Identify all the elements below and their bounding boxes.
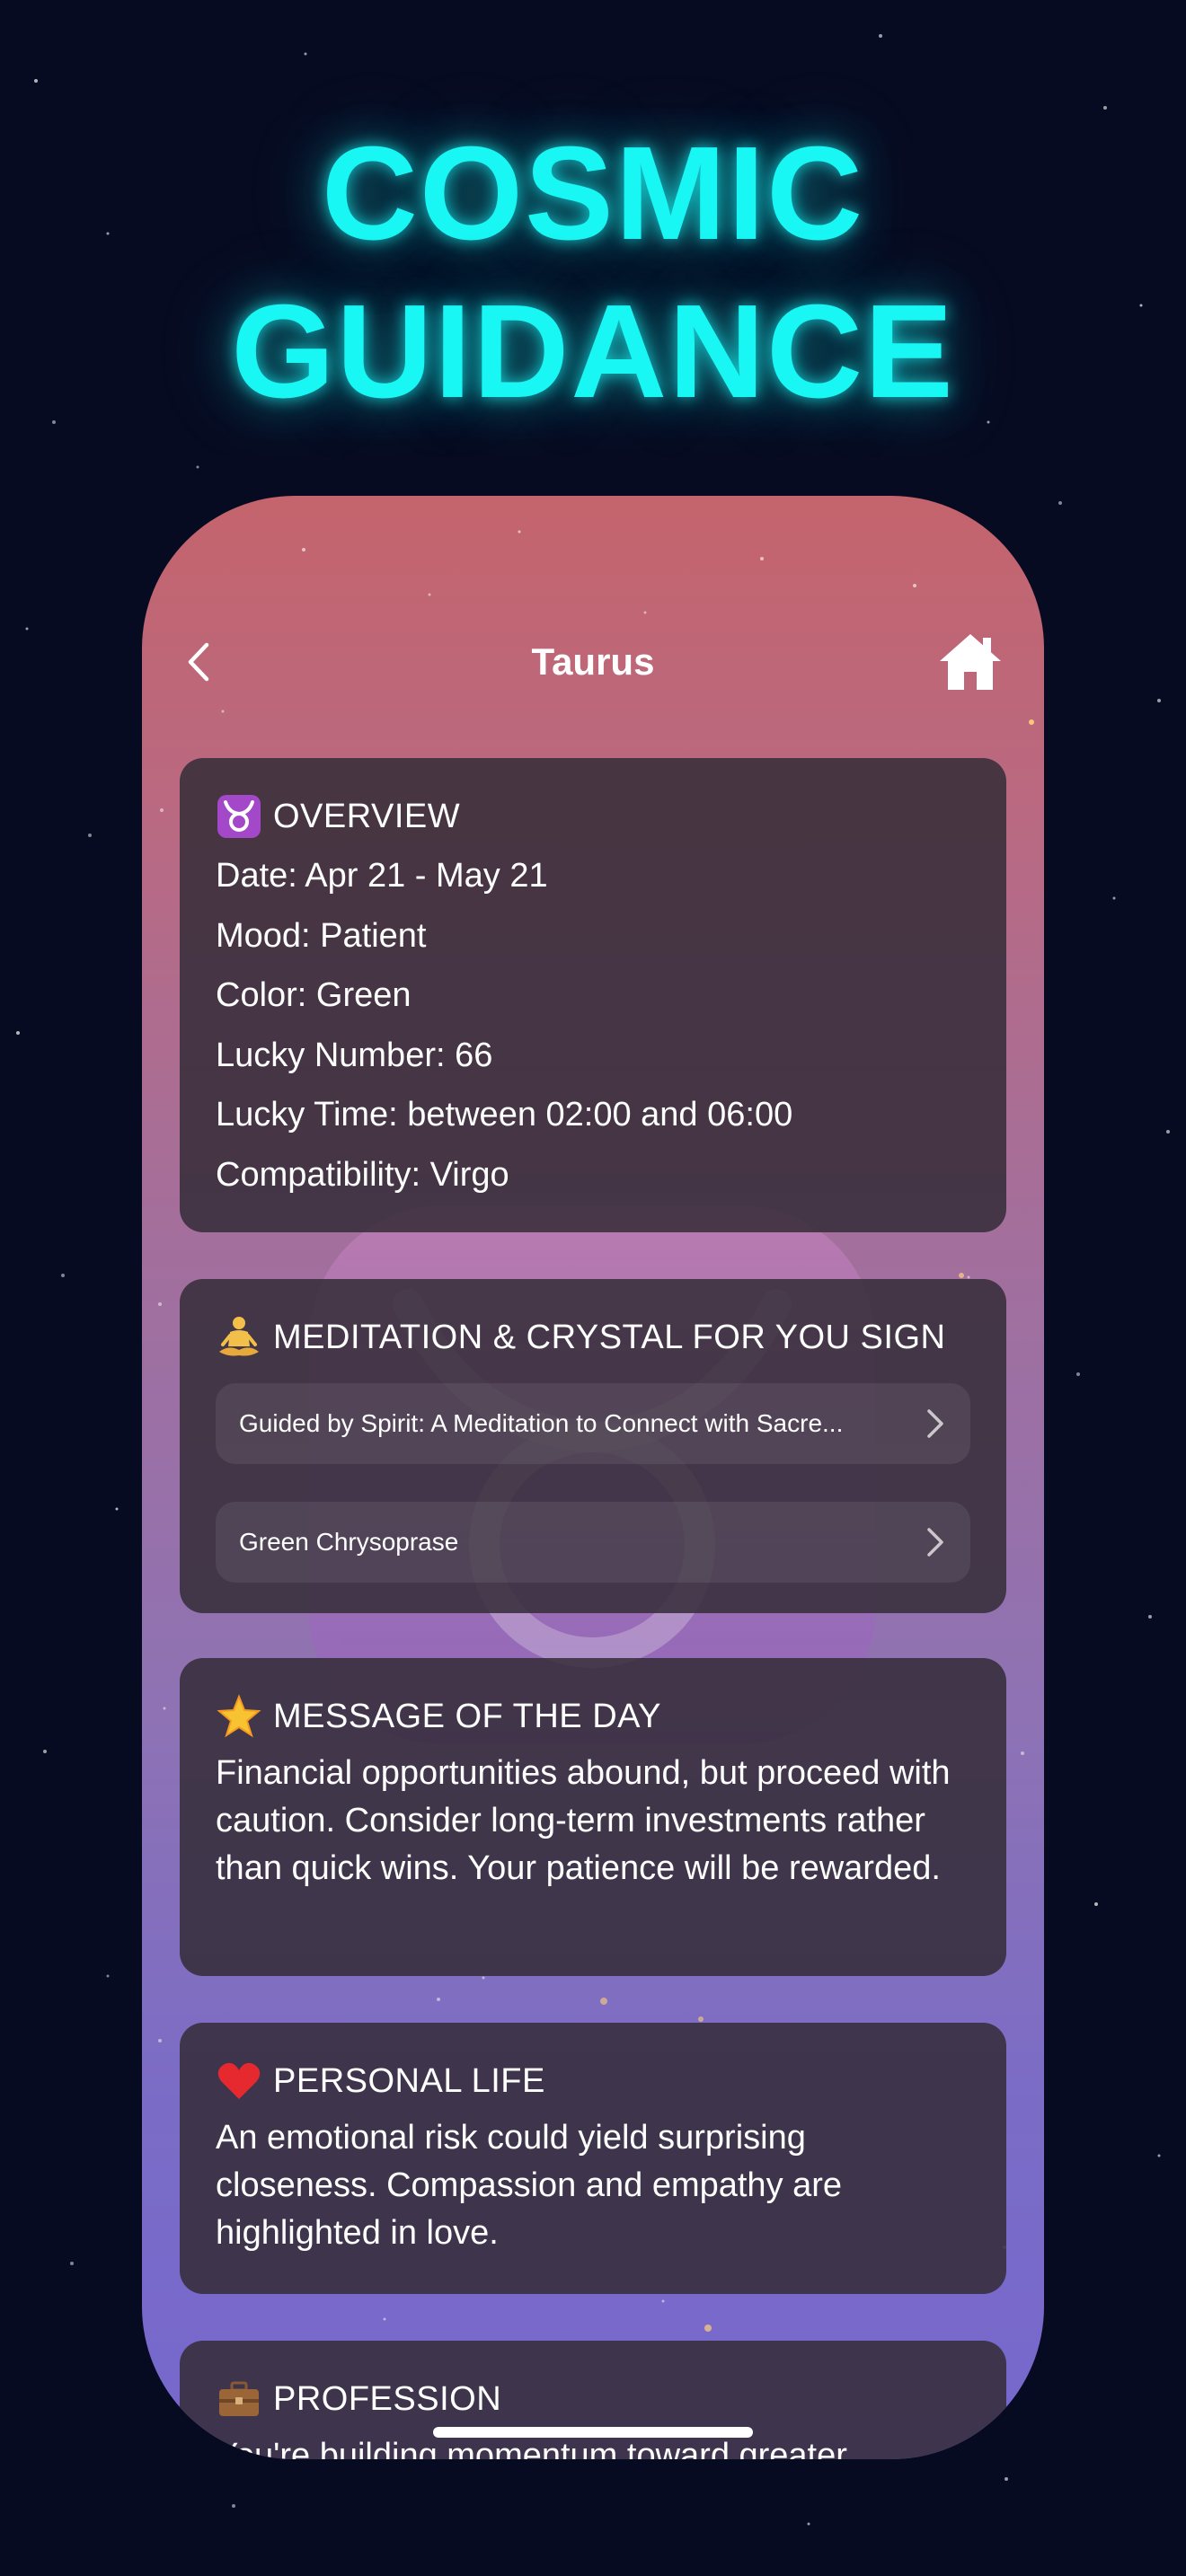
crystal-link-button[interactable]: Green Chrysoprase [216,1502,970,1583]
home-icon [940,634,1001,690]
overview-compatibility: Compatibility: Virgo [216,1155,509,1194]
chevron-right-icon [927,1409,943,1438]
chevron-right-icon [927,1528,943,1557]
profession-title: PROFESSION [273,2380,502,2418]
briefcase-icon [216,2376,262,2422]
overview-lucky-time: Lucky Time: between 02:00 and 06:00 [216,1096,793,1134]
meditation-link-label: Guided by Spirit: A Meditation to Connec… [239,1409,844,1437]
meditation-title: MEDITATION & CRYSTAL FOR YOU SIGN [273,1319,946,1356]
overview-card: OVERVIEW Date: Apr 21 - May 21 Mood: Pat… [180,758,1006,1232]
profession-card: PROFESSION You're building momentum towa… [180,2341,1006,2459]
home-indicator-bar[interactable] [433,2427,753,2438]
meditation-link-button[interactable]: Guided by Spirit: A Meditation to Connec… [216,1383,970,1464]
taurus-sign-icon [216,793,262,840]
meditation-crystal-card: MEDITATION & CRYSTAL FOR YOU SIGN Guided… [180,1279,1006,1613]
overview-date: Date: Apr 21 - May 21 [216,857,548,895]
message-title: MESSAGE OF THE DAY [273,1698,662,1735]
overview-mood: Mood: Patient [216,916,427,955]
nav-bar: Taurus [142,622,1044,702]
overview-color: Color: Green [216,976,412,1015]
personal-life-card: PERSONAL LIFE An emotional risk could yi… [180,2023,1006,2294]
personal-life-title: PERSONAL LIFE [273,2062,545,2100]
personal-life-text: An emotional risk could yield surprising… [216,2119,843,2252]
headline-line-2: GUIDANCE [231,278,955,426]
heart-icon [216,2058,262,2104]
headline-line-1: COSMIC [322,119,864,268]
overview-title: OVERVIEW [273,798,461,835]
message-of-the-day-card: MESSAGE OF THE DAY Financial opportuniti… [180,1658,1006,1976]
crystal-link-label: Green Chrysoprase [239,1528,459,1556]
meditating-person-icon [216,1314,262,1361]
phone-screen: Taurus OVERVIEW Date: Apr 21 - May 21 Mo… [142,496,1044,2459]
home-button[interactable] [936,629,1005,693]
star-icon [216,1693,262,1740]
page-title: Taurus [531,640,655,683]
message-text: Financial opportunities abound, but proc… [216,1754,951,1887]
overview-lucky-number: Lucky Number: 66 [216,1036,493,1074]
